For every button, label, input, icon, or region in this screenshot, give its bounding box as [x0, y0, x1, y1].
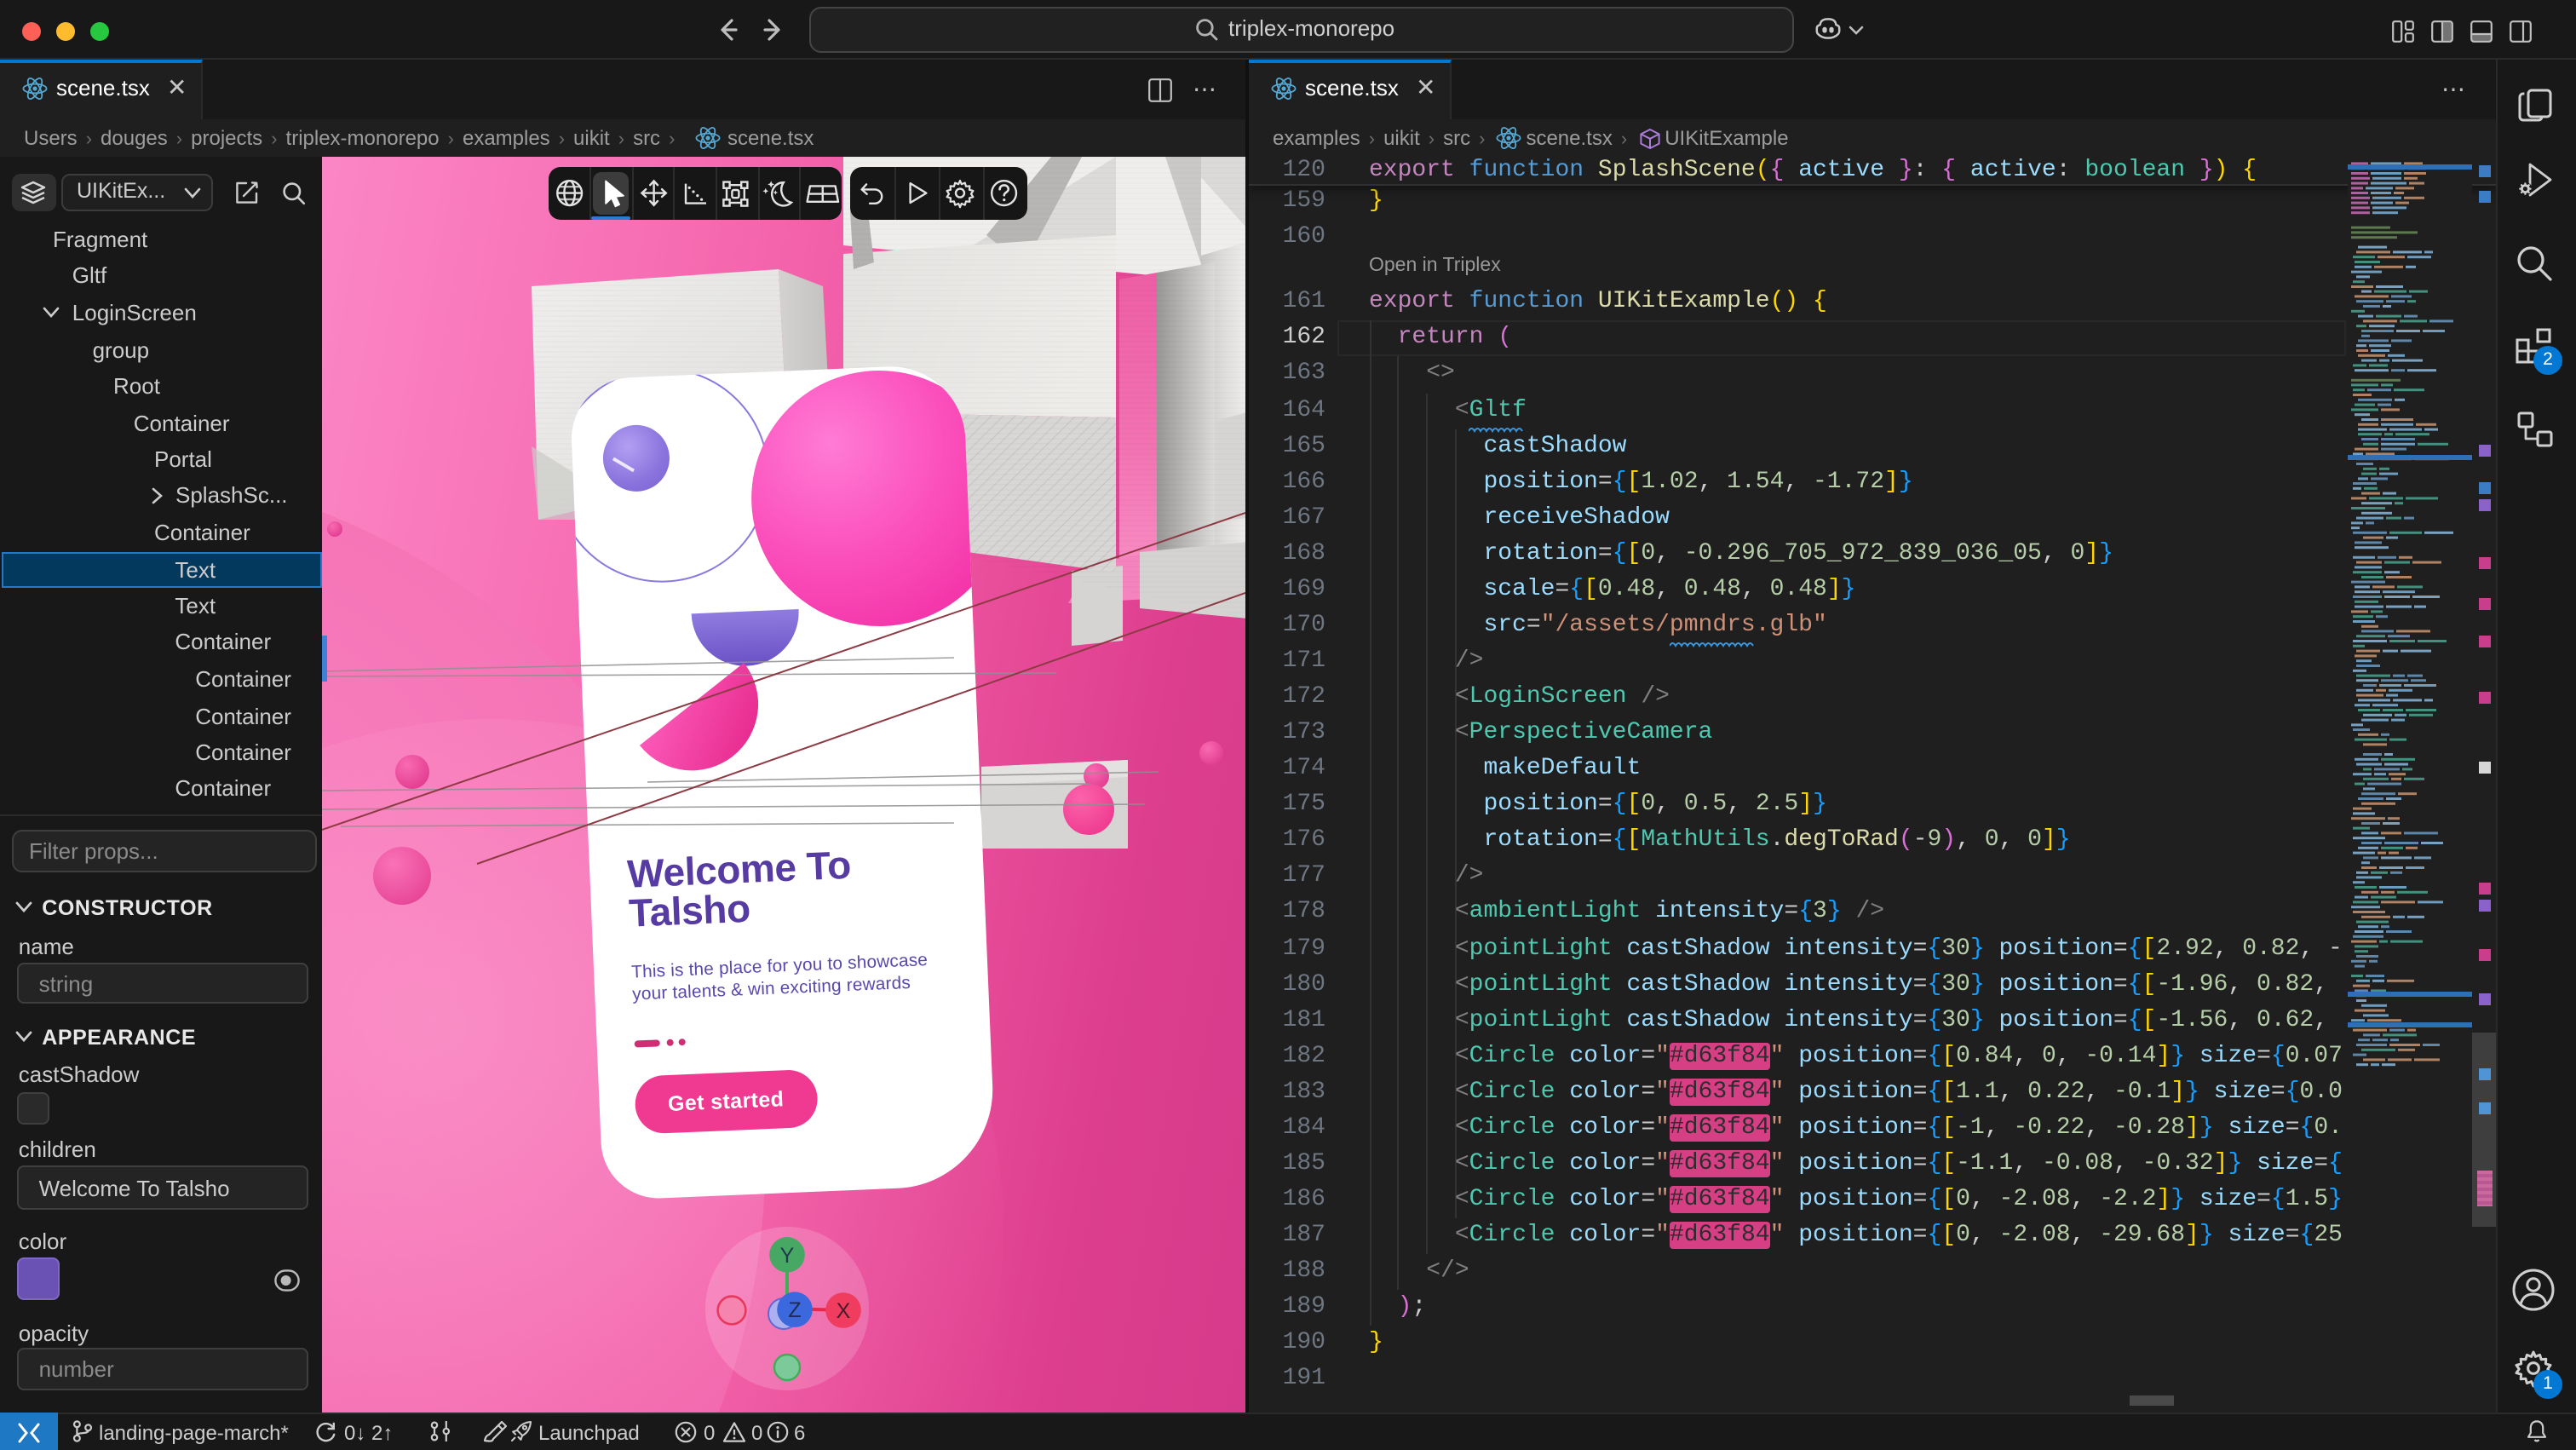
svg-text:X: X [836, 1299, 850, 1323]
svg-text:Z: Z [787, 1298, 800, 1322]
svg-text:Y: Y [779, 1244, 794, 1268]
